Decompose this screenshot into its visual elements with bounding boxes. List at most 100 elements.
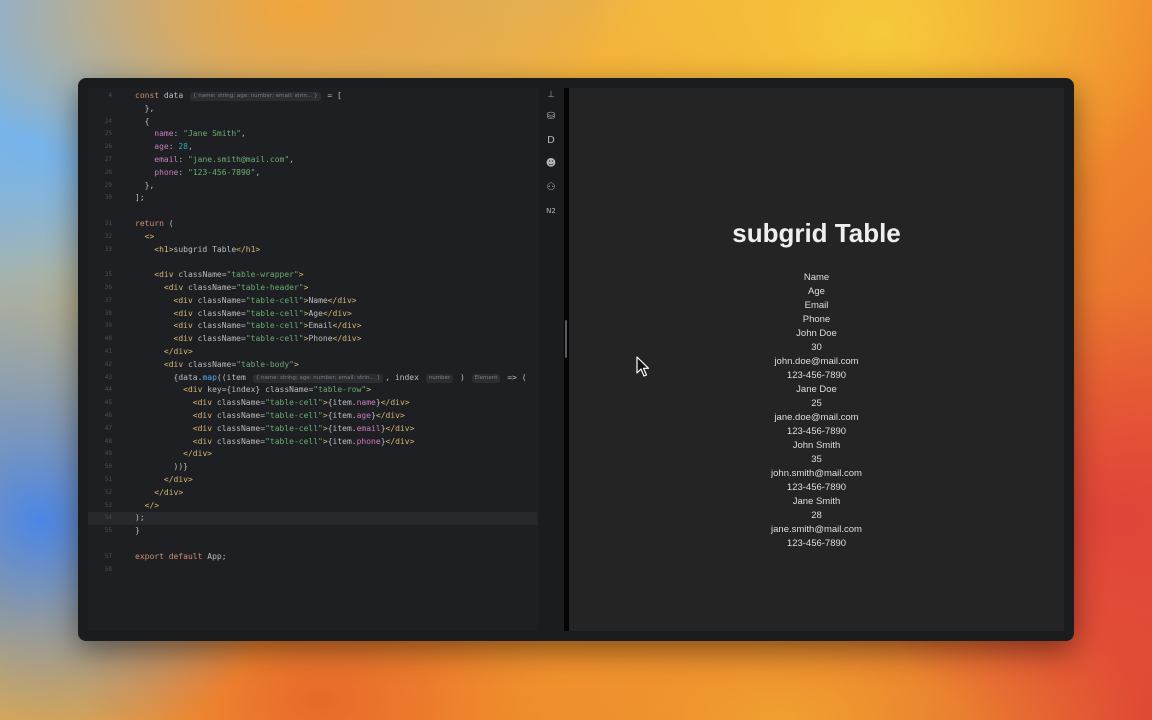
code-line[interactable]: 30]; [88,192,538,205]
code-text[interactable]: <div className="table-cell">Phone</div> [135,333,362,346]
code-line[interactable]: 53 </> [88,500,538,513]
code-text[interactable]: <h1>subgrid Table</h1> [135,244,260,257]
line-number: 37 [104,296,112,304]
line-number: 42 [104,360,112,368]
code-line[interactable]: 24 { [88,116,538,129]
code-line[interactable]: 44 <div key={index} className="table-row… [88,384,538,397]
ai-assistant-icon[interactable]: ⚇ [543,181,559,195]
code-text[interactable]: } [135,525,140,538]
line-number: 44 [104,386,112,394]
code-text[interactable]: <div className="table-cell">Email</div> [135,320,362,333]
code-text[interactable]: <div className="table-header"> [135,282,309,295]
code-text[interactable]: <div className="table-wrapper"> [135,269,303,282]
n2-plugin-icon[interactable]: N2 [543,204,559,218]
line-number: 41 [104,348,112,355]
code-line[interactable] [88,256,538,269]
line-number: 27 [104,156,112,163]
code-text[interactable]: ))} [135,461,188,474]
code-text[interactable]: age: 28, [135,141,193,154]
code-line[interactable]: 41 </div> [88,346,538,359]
code-line[interactable]: 31 return ( [88,218,538,231]
code-line[interactable] [88,205,538,218]
code-text[interactable]: <div className="table-cell">{item.email}… [135,423,415,436]
tool-window-strip: ⊥ ⛁ D ☻ ⚇ N2 [539,88,563,631]
code-line[interactable]: 51 </div> [88,474,538,487]
code-line[interactable]: 37 <div className="table-cell">Name</div… [88,295,538,308]
code-text[interactable]: <div className="table-cell">{item.age}</… [135,410,405,423]
code-line[interactable]: 57 export default App; [88,551,538,564]
code-line[interactable]: 29 }, [88,180,538,193]
database-icon[interactable]: ⛁ [543,110,559,124]
code-line[interactable]: }, [88,103,538,116]
code-editor[interactable]: 4 const data { name: string; age: number;… [88,88,538,631]
code-line[interactable]: 33 <h1>subgrid Table</h1> [88,244,538,257]
code-line[interactable]: 36 <div className="table-header"> [88,282,538,295]
splitter-handle[interactable] [565,320,567,358]
code-text[interactable]: { [135,116,150,129]
code-line[interactable]: 54); [88,512,538,526]
code-line[interactable]: 28 phone: "123-456-7890", [88,167,538,180]
code-text[interactable]: <div className="table-cell">Name</div> [135,295,357,308]
line-number: 46 [104,412,112,419]
code-line[interactable]: 42 <div className="table-body"> [88,359,538,372]
code-line[interactable]: 47 <div className="table-cell">{item.ema… [88,423,538,436]
code-line[interactable]: 38 <div className="table-cell">Age</div> [88,308,538,321]
code-text[interactable]: {data.map((item { name: string; age: num… [135,372,527,385]
code-line[interactable]: 39 <div className="table-cell">Email</di… [88,320,538,333]
line-number: 54 [104,514,112,522]
code-text[interactable]: <> [135,231,155,244]
table-cell: John Smith [792,440,841,451]
code-line[interactable]: 4 const data { name: string; age: number;… [88,90,538,103]
code-line[interactable]: 48 <div className="table-cell">{item.pho… [88,436,538,449]
code-text[interactable]: ); [135,512,145,525]
code-line[interactable]: 52 </div> [88,487,538,500]
d-plugin-icon[interactable]: D [543,134,559,148]
code-text[interactable]: </> [135,500,159,513]
code-line[interactable]: 40 <div className="table-cell">Phone</di… [88,333,538,346]
code-text[interactable]: <div className="table-body"> [135,359,299,372]
code-line[interactable] [88,538,538,551]
code-line[interactable]: 32 <> [88,231,538,244]
line-number: 55 [104,527,112,535]
code-line[interactable]: 58 [88,564,538,577]
line-number: 36 [104,284,112,291]
code-text[interactable]: const data { name: string; age: number; … [135,90,342,103]
code-line[interactable]: 46 <div className="table-cell">{item.age… [88,410,538,423]
code-text[interactable]: </div> [135,346,193,359]
table-cell: Jane Doe [796,384,837,395]
code-text[interactable]: <div key={index} className="table-row"> [135,384,371,397]
code-text[interactable]: name: "Jane Smith", [135,128,246,141]
table-cell: Phone [802,314,831,325]
code-text[interactable]: ]; [135,192,145,205]
code-text[interactable]: phone: "123-456-7890", [135,167,260,180]
code-text[interactable]: }, [135,180,155,193]
code-text[interactable]: <div className="table-cell">{item.name}<… [135,397,410,410]
code-line[interactable]: 43 {data.map((item { name: string; age: … [88,372,538,385]
line-number: 28 [104,168,112,176]
code-text[interactable]: <div className="table-cell">Age</div> [135,308,352,321]
code-line[interactable]: 35 <div className="table-wrapper"> [88,269,538,282]
code-text[interactable]: return ( [135,218,174,231]
code-line[interactable]: 27 email: "jane.smith@mail.com", [88,154,538,167]
code-text[interactable]: }, [135,103,155,116]
code-line[interactable]: 45 <div className="table-cell">{item.nam… [88,397,538,410]
pin-icon[interactable]: ⊥ [543,88,559,102]
code-text[interactable]: email: "jane.smith@mail.com", [135,154,294,167]
code-line[interactable]: 26 age: 28, [88,141,538,154]
table-cell: 25 [811,398,822,409]
line-number: 25 [104,130,112,138]
code-line[interactable]: 49 </div> [88,448,538,461]
code-text[interactable]: </div> [135,448,212,461]
code-text[interactable]: </div> [135,474,193,487]
copilot-icon[interactable]: ☻ [543,157,559,171]
code-line[interactable]: 50 ))} [88,461,538,474]
line-number: 40 [104,335,112,343]
code-line[interactable]: 25 name: "Jane Smith", [88,128,538,141]
code-text[interactable]: export default App; [135,551,227,564]
table-cell: Jane Smith [792,496,841,507]
code-text[interactable]: </div> [135,487,183,500]
code-text[interactable]: <div className="table-cell">{item.phone}… [135,436,415,449]
code-line[interactable]: 55} [88,525,538,538]
table-cell: john.smith@mail.com [771,468,862,479]
table-cell: Age [808,286,825,297]
